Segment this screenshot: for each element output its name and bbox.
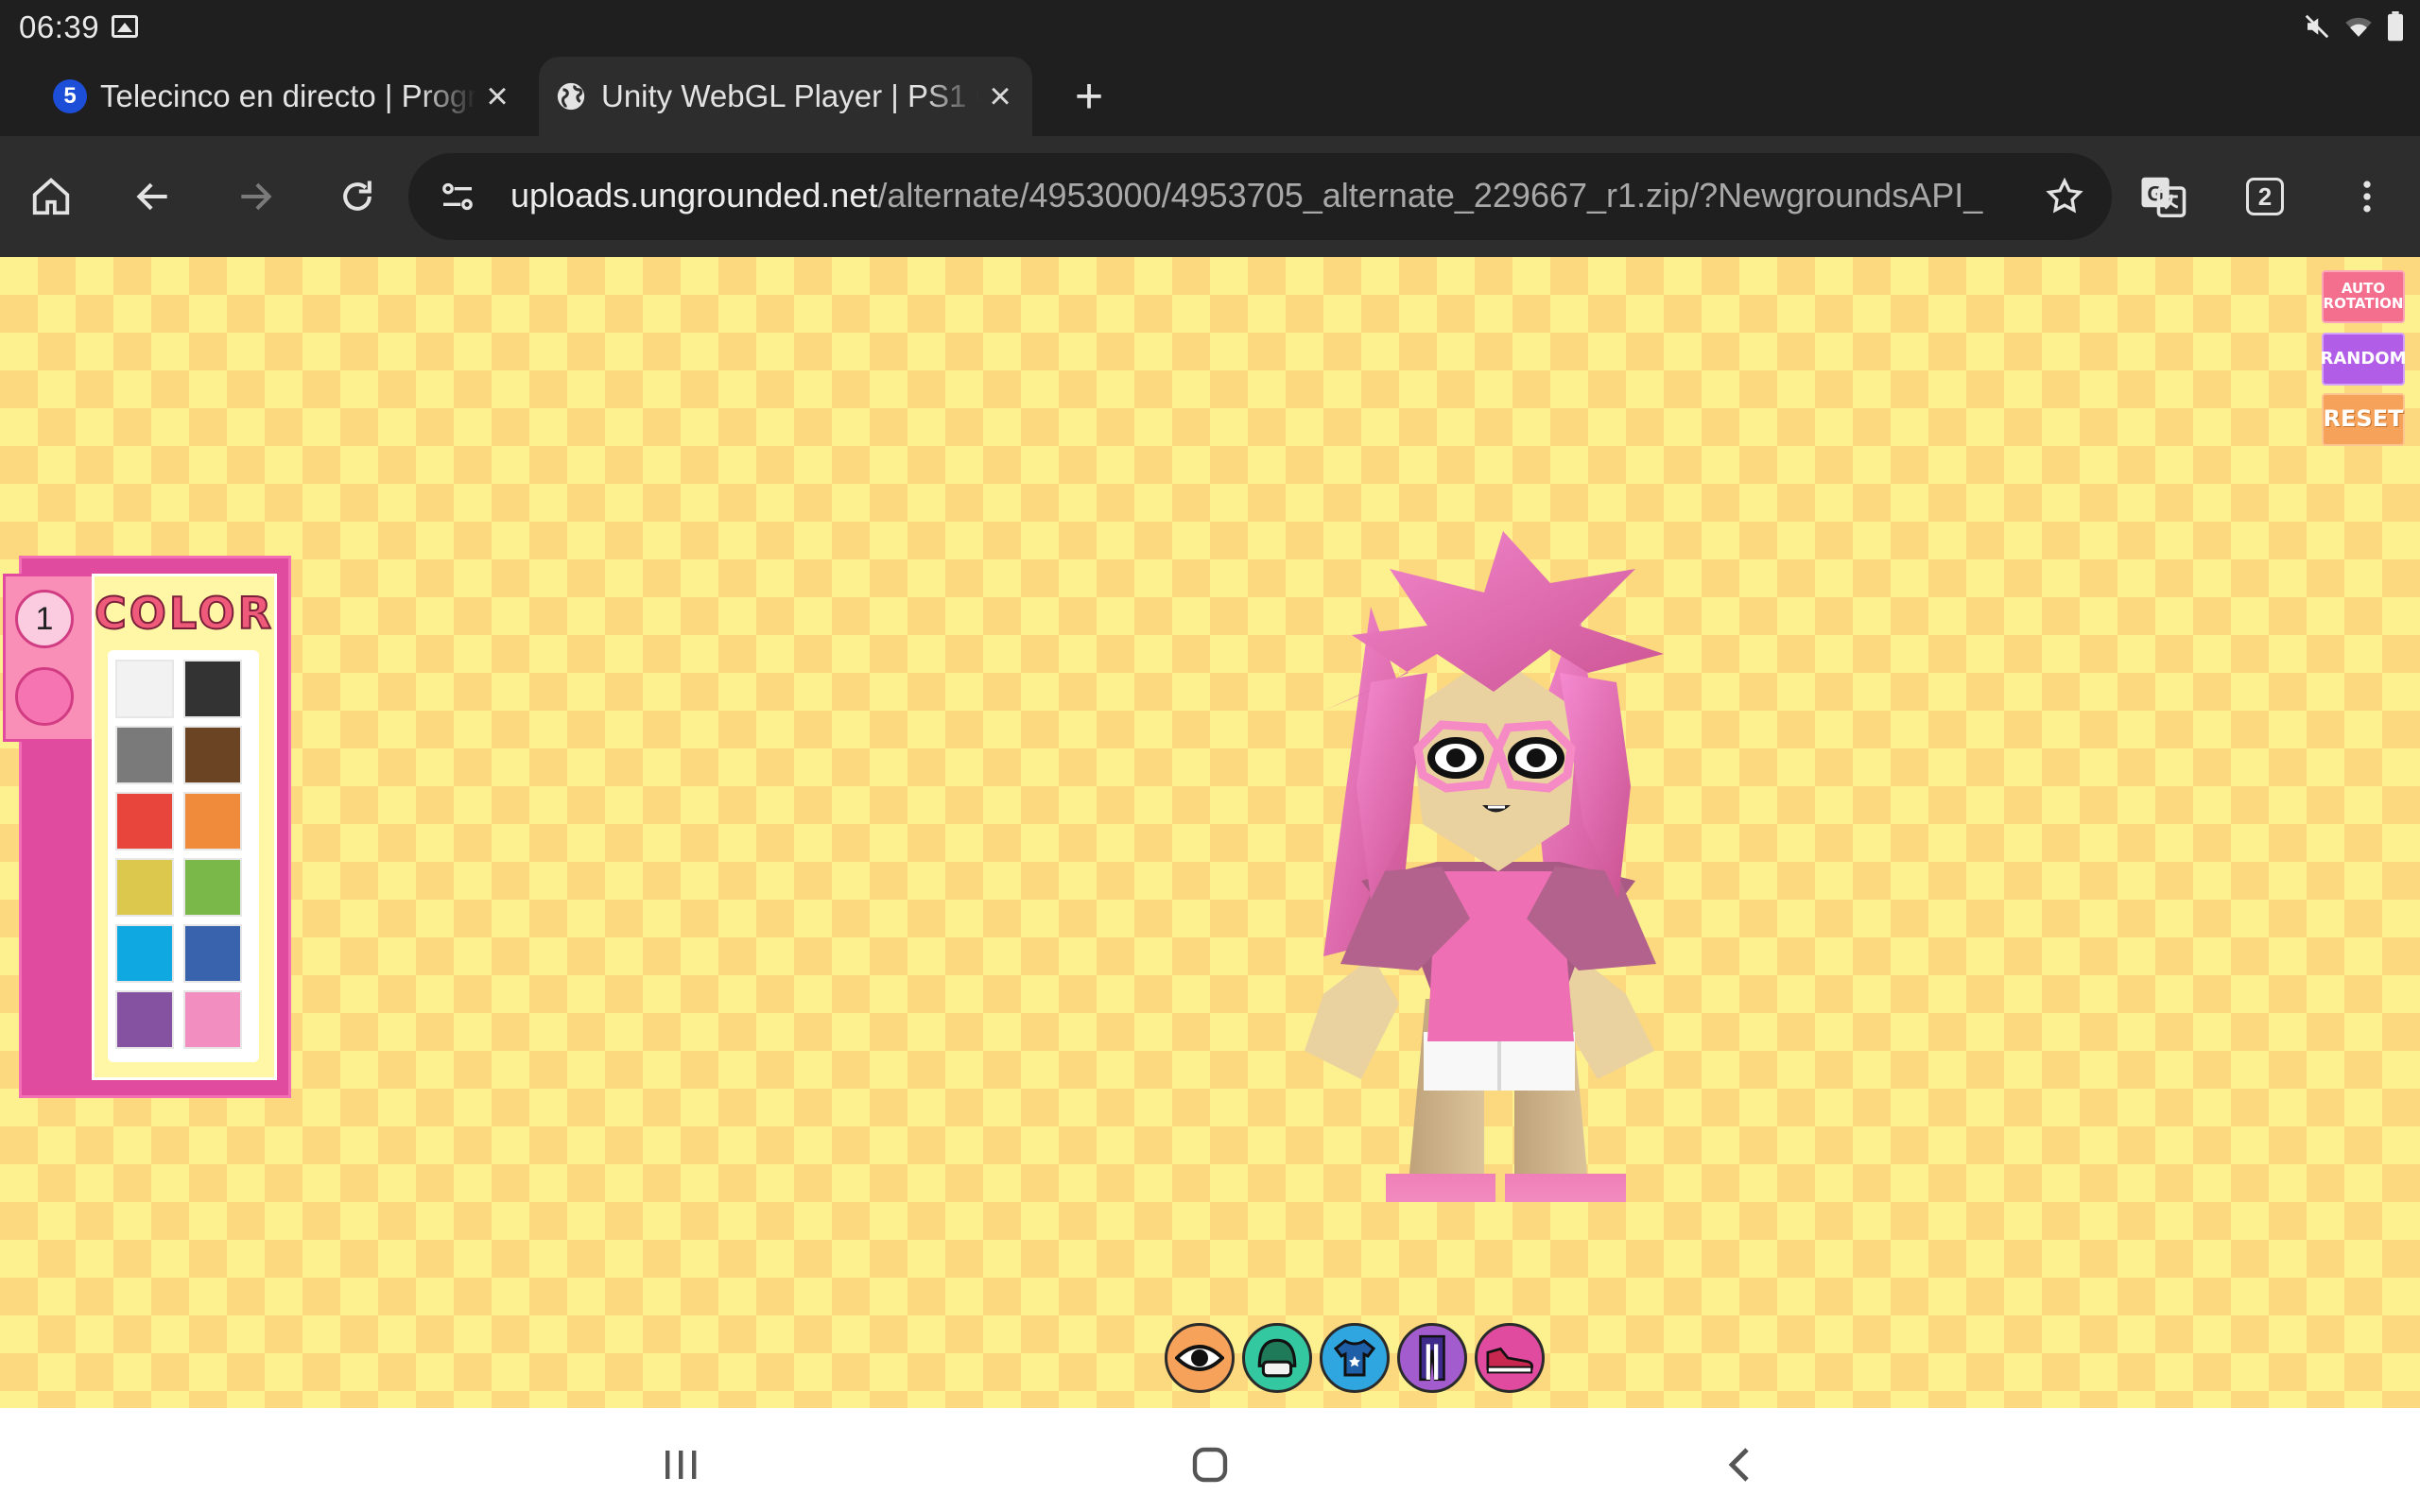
shirt-icon — [1333, 1339, 1376, 1377]
right-shoe — [1505, 1174, 1626, 1202]
color-swatch-grid — [108, 650, 259, 1062]
color-swatch[interactable] — [115, 660, 174, 718]
category-bottom-button[interactable] — [1397, 1323, 1467, 1393]
tab-strip: 5 Telecinco en directo | Programación × … — [0, 53, 2420, 136]
recents-icon — [666, 1451, 697, 1479]
globe-icon — [554, 79, 588, 113]
wifi-icon — [2345, 17, 2372, 37]
pants-icon — [1419, 1334, 1445, 1382]
back-button[interactable] — [123, 166, 183, 227]
tab-title: Unity WebGL Player | PS1 Character Creat… — [601, 78, 979, 113]
color-slot-tabs: 1 — [3, 574, 105, 742]
bookmark-star-icon[interactable] — [2044, 176, 2085, 217]
status-time: 06:39 — [19, 9, 100, 44]
tab-title: Telecinco en directo | Programación — [100, 78, 476, 113]
color-panel-title: COLOR — [94, 587, 275, 640]
back-arrow-icon — [136, 182, 167, 211]
url-host: uploads.ungrounded.net — [510, 176, 878, 215]
shoe-icon — [1486, 1347, 1533, 1374]
color-panel: 1 COLOR — [3, 556, 291, 1098]
auto-rotation-button[interactable]: AUTO ROTATION — [2322, 270, 2405, 323]
reload-icon — [343, 180, 372, 211]
status-bar: 06:39 — [0, 0, 2420, 53]
category-eyes-button[interactable] — [1165, 1323, 1235, 1393]
close-tab-icon[interactable]: × — [476, 76, 518, 117]
forward-arrow-icon — [241, 182, 272, 211]
new-tab-button[interactable]: + — [1059, 66, 1119, 127]
character-model[interactable] — [1267, 427, 1720, 1202]
site-settings-icon[interactable] — [439, 178, 476, 215]
mute-icon — [2305, 14, 2329, 39]
color-swatch[interactable] — [183, 660, 242, 718]
left-pupil — [1446, 748, 1465, 767]
color-swatch[interactable] — [115, 858, 174, 917]
color-swatch[interactable] — [115, 792, 174, 850]
translate-button[interactable]: G — [2133, 166, 2193, 227]
tab-count: 2 — [2246, 178, 2284, 215]
category-top-button[interactable] — [1320, 1323, 1390, 1393]
home-button[interactable] — [21, 166, 81, 227]
color-swatch[interactable] — [183, 990, 242, 1049]
color-swatch[interactable] — [183, 924, 242, 983]
tab-unity-webgl[interactable]: Unity WebGL Player | PS1 Character Creat… — [539, 57, 1032, 136]
url-path: /alternate/4953000/4953705_alternate_229… — [877, 176, 1983, 215]
back-icon — [1728, 1448, 1749, 1482]
color-swatch[interactable] — [183, 792, 242, 850]
address-bar[interactable]: uploads.ungrounded.net/alternate/4953000… — [408, 153, 2112, 240]
helmet-icon — [1257, 1338, 1297, 1378]
unity-game-canvas[interactable]: AUTO ROTATION RANDOM RESET 1 COLOR — [0, 257, 2420, 1408]
close-tab-icon[interactable]: × — [979, 76, 1021, 117]
color-swatch[interactable] — [183, 726, 242, 784]
color-slot-1[interactable]: 1 — [15, 590, 74, 648]
image-notification-icon — [112, 15, 138, 38]
status-icons — [2303, 11, 2405, 42]
recents-button[interactable] — [643, 1436, 718, 1493]
category-shoes-button[interactable] — [1475, 1323, 1545, 1393]
color-slot-2[interactable] — [15, 667, 74, 726]
forward-button[interactable] — [225, 166, 285, 227]
eye-icon — [1175, 1345, 1224, 1371]
right-pupil — [1527, 748, 1546, 767]
svg-text:G: G — [2147, 182, 2164, 206]
home-icon — [32, 178, 70, 215]
reload-button[interactable] — [327, 166, 388, 227]
google-translate-icon: G — [2141, 177, 2187, 218]
more-vert-icon — [2363, 180, 2371, 213]
category-head-button[interactable] — [1242, 1323, 1312, 1393]
back-system-button[interactable] — [1702, 1436, 1777, 1493]
home-icon — [1192, 1447, 1228, 1483]
system-navigation-bar — [0, 1408, 2420, 1512]
random-button[interactable]: RANDOM — [2321, 333, 2407, 386]
url-text[interactable]: uploads.ungrounded.net/alternate/4953000… — [510, 176, 1995, 215]
telecinco-5-icon: 5 — [53, 79, 87, 113]
color-swatch[interactable] — [115, 924, 174, 983]
browser-toolbar: uploads.ungrounded.net/alternate/4953000… — [0, 136, 2420, 257]
color-swatch[interactable] — [115, 726, 174, 784]
left-shoe — [1386, 1174, 1495, 1202]
left-hand — [1305, 956, 1399, 1079]
battery-icon — [2388, 11, 2403, 42]
color-panel-inner: COLOR — [92, 574, 277, 1080]
tab-switcher-button[interactable]: 2 — [2235, 166, 2295, 227]
color-swatch[interactable] — [115, 990, 174, 1049]
color-swatch[interactable] — [183, 858, 242, 917]
menu-button[interactable] — [2337, 166, 2397, 227]
home-system-button[interactable] — [1172, 1436, 1248, 1493]
category-bar — [1165, 1323, 1545, 1393]
reset-button[interactable]: RESET — [2322, 393, 2405, 446]
tab-telecinco[interactable]: 5 Telecinco en directo | Programación × — [38, 57, 529, 136]
auto-rotation-label: AUTO ROTATION — [2323, 280, 2404, 312]
